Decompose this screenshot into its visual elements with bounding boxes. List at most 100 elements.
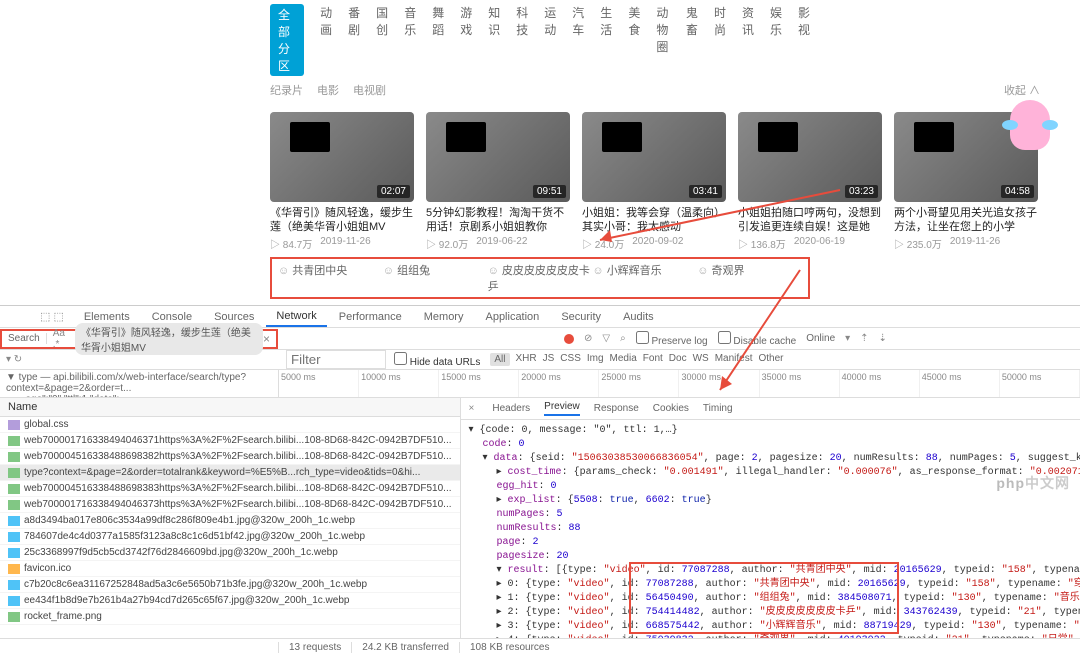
json-line[interactable]: ▸ 4: {type: "video", id: 75039832, autho… bbox=[469, 634, 1080, 638]
filter-icon[interactable]: ▽ bbox=[602, 333, 610, 344]
request-row[interactable]: web700001716338494046373https%3A%2F%2Fse… bbox=[0, 497, 460, 513]
request-row[interactable]: web700001716338494046371https%3A%2F%2Fse… bbox=[0, 433, 460, 449]
video-card[interactable]: 03:41 小姐姐：我等会穿（温柔向）其实小哥：我太感动 24.0万2020-0… bbox=[582, 112, 726, 251]
preview-tab-headers[interactable]: Headers bbox=[492, 403, 530, 414]
disable-cache-checkbox[interactable]: Disable cache bbox=[718, 331, 797, 347]
tab-life[interactable]: 生活 bbox=[600, 4, 612, 76]
filter-type-ws[interactable]: WS bbox=[693, 353, 709, 366]
tab-news[interactable]: 资讯 bbox=[742, 4, 754, 76]
request-row[interactable]: c7b20c8c6ea31167252848ad5a3c6e5650b71b3f… bbox=[0, 577, 460, 593]
tab-bangumi[interactable]: 番剧 bbox=[348, 4, 360, 76]
search-chip[interactable]: 《华胥引》随风轻逸，缓步生莲（绝美华胥小姐姐MV bbox=[75, 323, 263, 355]
request-row[interactable]: 784607de4c4d0377a1585f3123a8c8c1c6d51bf4… bbox=[0, 529, 460, 545]
video-thumbnail[interactable]: 03:41 bbox=[582, 112, 726, 202]
request-row[interactable]: favicon.ico bbox=[0, 561, 460, 577]
video-title[interactable]: 两个小哥望见用关光追女孩子方法，让坐在您上的小学 bbox=[894, 206, 1038, 234]
download-icon[interactable]: ⇣ bbox=[879, 333, 887, 344]
preview-tab-response[interactable]: Response bbox=[594, 403, 639, 414]
author-cell[interactable]: 奇观界 bbox=[697, 262, 802, 294]
search-icon[interactable]: ⌕ bbox=[620, 333, 626, 344]
tab-music[interactable]: 音乐 bbox=[404, 4, 416, 76]
request-row[interactable]: type?context=&page=2&order=totalrank&key… bbox=[0, 465, 460, 481]
json-line[interactable]: numPages: 5 bbox=[469, 508, 1080, 522]
json-line[interactable]: egg_hit: 0 bbox=[469, 480, 1080, 494]
video-title[interactable]: 小姐姐拍随口哼两句，没想到引发追更连续自娱！这是她 bbox=[738, 206, 882, 234]
json-line[interactable]: code: 0 bbox=[469, 438, 1080, 452]
tab-dance[interactable]: 舞蹈 bbox=[432, 4, 444, 76]
request-row[interactable]: web700004516338488698383https%3A%2F%2Fse… bbox=[0, 481, 460, 497]
filter-type-doc[interactable]: Doc bbox=[669, 353, 687, 366]
author-cell[interactable]: 小辉辉音乐 bbox=[592, 262, 697, 294]
search-options[interactable]: Aa .* bbox=[47, 328, 75, 350]
tab-ent[interactable]: 娱乐 bbox=[770, 4, 782, 76]
name-column-header[interactable]: Name bbox=[0, 398, 460, 417]
tab-tech[interactable]: 科技 bbox=[516, 4, 528, 76]
close-icon[interactable]: × bbox=[263, 332, 270, 346]
tab-guochuang[interactable]: 国创 bbox=[376, 4, 388, 76]
json-line[interactable]: ▸ cost_time: {params_check: "0.001491", … bbox=[469, 466, 1080, 480]
tab-knowledge[interactable]: 知识 bbox=[488, 4, 500, 76]
sub-tv[interactable]: 电视剧 bbox=[353, 82, 386, 98]
author-cell[interactable]: 组组兔 bbox=[383, 262, 488, 294]
sub-movie[interactable]: 电影 bbox=[317, 82, 339, 98]
preview-tab-cookies[interactable]: Cookies bbox=[653, 403, 689, 414]
request-row[interactable]: ee434f1b8d9e7b261b4a27b94cd7d265c65f67.j… bbox=[0, 593, 460, 609]
tab-kichiku[interactable]: 鬼畜 bbox=[686, 4, 698, 76]
preview-tab-preview[interactable]: Preview bbox=[544, 401, 580, 416]
request-row[interactable]: rocket_frame.png bbox=[0, 609, 460, 625]
devtools-tab-memory[interactable]: Memory bbox=[414, 308, 474, 326]
collapse-toggle[interactable]: 收起 ∧ bbox=[1004, 82, 1040, 98]
json-line[interactable]: ▾ {code: 0, message: "0", ttl: 1,…} bbox=[469, 424, 1080, 438]
record-button[interactable] bbox=[564, 334, 574, 344]
network-timeline[interactable]: 5000 ms10000 ms15000 ms20000 ms25000 ms3… bbox=[278, 370, 1080, 397]
filter-input[interactable] bbox=[286, 350, 386, 369]
filter-type-all[interactable]: All bbox=[490, 353, 509, 366]
video-title[interactable]: 小姐姐：我等会穿（温柔向）其实小哥：我太感动 bbox=[582, 206, 726, 234]
request-row[interactable]: a8d3494ba017e806c3534a99df8c286f809e4b1.… bbox=[0, 513, 460, 529]
tab-game[interactable]: 游戏 bbox=[460, 4, 472, 76]
json-line[interactable]: ▾ data: {seid: "15063038530066836054", p… bbox=[469, 452, 1080, 466]
video-title[interactable]: 《华胥引》随风轻逸，缓步生莲（绝美华胥小姐姐MV bbox=[270, 206, 414, 234]
tab-car[interactable]: 汽车 bbox=[572, 4, 584, 76]
request-row[interactable]: 25c3368997f9d5cb5cd3742f76d2846609bd.jpg… bbox=[0, 545, 460, 561]
tab-animal[interactable]: 动物圈 bbox=[656, 4, 670, 76]
devtools-tab-network[interactable]: Network bbox=[266, 307, 326, 327]
tab-food[interactable]: 美食 bbox=[628, 4, 640, 76]
video-card[interactable]: 02:07 《华胥引》随风轻逸，缓步生莲（绝美华胥小姐姐MV 84.7万2019… bbox=[270, 112, 414, 251]
video-card[interactable]: 09:51 5分钟幻影教程！淘淘干货不用话！京剧系小姐姐教你 92.0万2019… bbox=[426, 112, 570, 251]
json-line[interactable]: page: 2 bbox=[469, 536, 1080, 550]
tab-anime[interactable]: 动画 bbox=[320, 4, 332, 76]
preview-tab-timing[interactable]: Timing bbox=[703, 403, 733, 414]
devtools-tab-application[interactable]: Application bbox=[475, 308, 549, 326]
video-thumbnail[interactable]: 09:51 bbox=[426, 112, 570, 202]
devtools-tab-audits[interactable]: Audits bbox=[613, 308, 664, 326]
request-row[interactable]: global.css bbox=[0, 417, 460, 433]
preserve-log-checkbox[interactable]: Preserve log bbox=[636, 331, 708, 347]
tab-movie[interactable]: 影视 bbox=[798, 4, 810, 76]
search-result-tree[interactable]: ▼ type — api.bilibili.com/x/web-interfac… bbox=[0, 370, 278, 397]
filter-type-xhr[interactable]: XHR bbox=[516, 353, 537, 366]
filter-type-font[interactable]: Font bbox=[643, 353, 663, 366]
video-card[interactable]: 03:23 小姐姐拍随口哼两句，没想到引发追更连续自娱！这是她 136.8万20… bbox=[738, 112, 882, 251]
filter-type-js[interactable]: JS bbox=[543, 353, 555, 366]
tab-fashion[interactable]: 时尚 bbox=[714, 4, 726, 76]
upload-icon[interactable]: ⇡ bbox=[860, 333, 868, 344]
video-title[interactable]: 5分钟幻影教程！淘淘干货不用话！京剧系小姐姐教你 bbox=[426, 206, 570, 234]
json-line[interactable]: ▸ exp_list: {5508: true, 6602: true} bbox=[469, 494, 1080, 508]
json-line[interactable]: numResults: 88 bbox=[469, 522, 1080, 536]
author-cell[interactable]: 皮皮皮皮皮皮皮卡乒 bbox=[488, 262, 593, 294]
author-cell[interactable]: 共青团中央 bbox=[278, 262, 383, 294]
tab-all[interactable]: 全部分区 bbox=[270, 4, 304, 76]
chevron-down-icon[interactable]: ▾ bbox=[845, 333, 850, 344]
sub-documentary[interactable]: 纪录片 bbox=[270, 82, 303, 98]
filter-type-img[interactable]: Img bbox=[587, 353, 604, 366]
video-thumbnail[interactable]: 03:23 bbox=[738, 112, 882, 202]
filter-type-media[interactable]: Media bbox=[610, 353, 637, 366]
tab-sport[interactable]: 运动 bbox=[544, 4, 556, 76]
json-preview[interactable]: ▾ {code: 0, message: "0", ttl: 1,…}code:… bbox=[461, 420, 1080, 638]
clear-icon[interactable]: ⊘ bbox=[584, 333, 592, 344]
request-row[interactable]: web700004516338488698382https%3A%2F%2Fse… bbox=[0, 449, 460, 465]
devtools-tab-security[interactable]: Security bbox=[551, 308, 611, 326]
filter-type-other[interactable]: Other bbox=[759, 353, 784, 366]
filter-type-manifest[interactable]: Manifest bbox=[715, 353, 753, 366]
